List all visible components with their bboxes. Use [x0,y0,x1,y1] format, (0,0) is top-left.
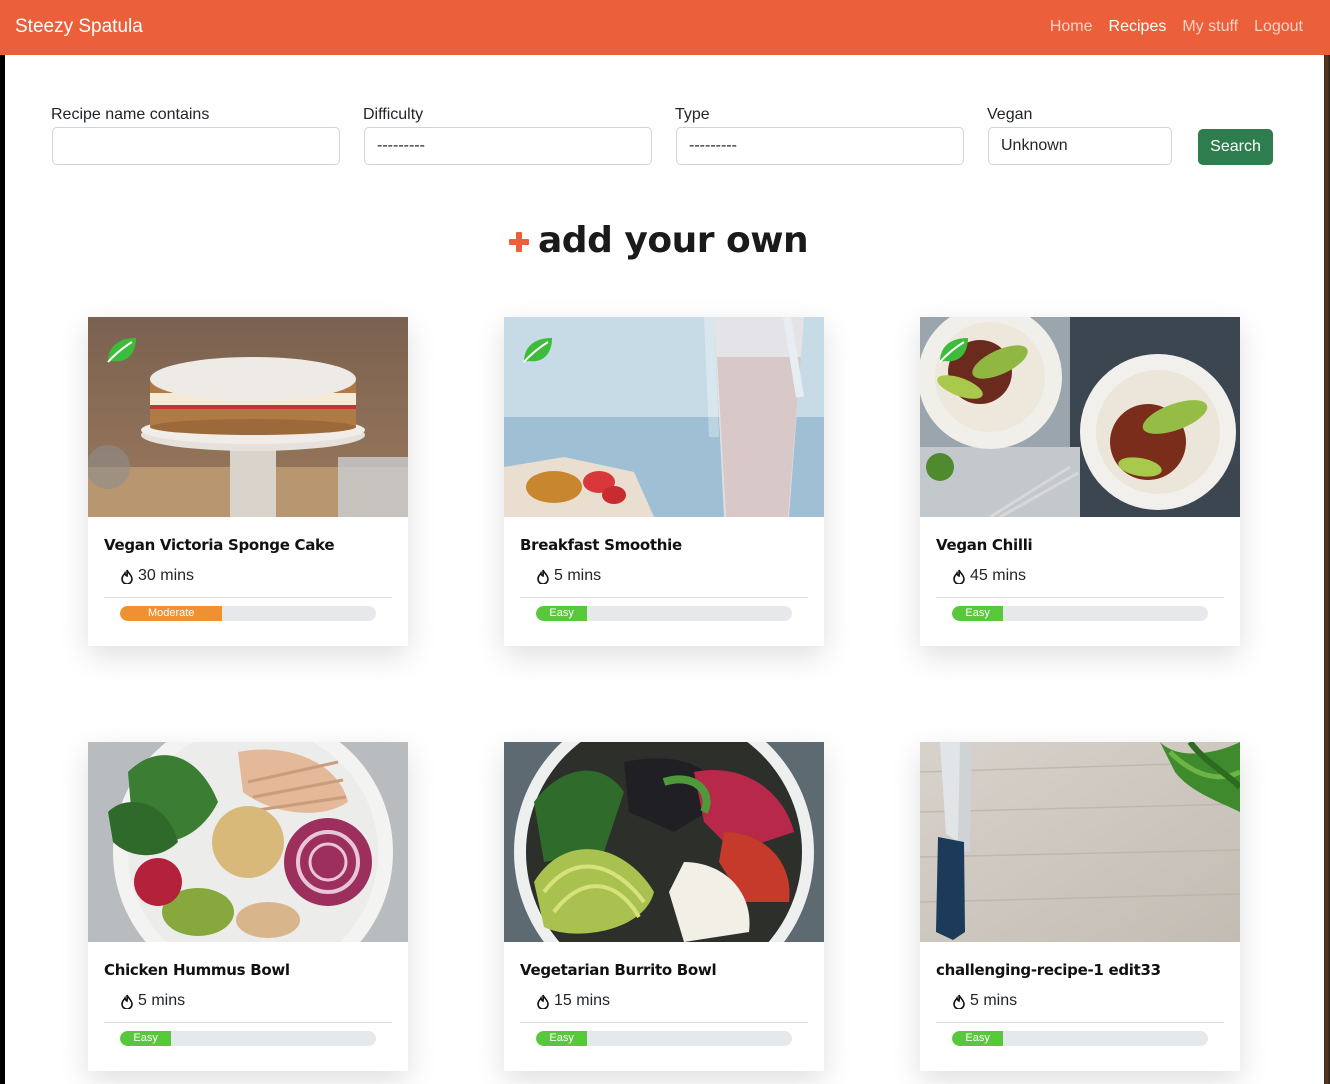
recipe-time-value: 5 mins [970,992,1018,1009]
difficulty-bar: Easy [536,1031,792,1046]
recipe-time: 5 mins [536,567,601,585]
difficulty-select[interactable]: --------- [364,127,652,165]
type-select[interactable]: --------- [676,127,964,165]
vegan-leaf-icon [107,338,136,363]
fire-icon [121,569,133,584]
navbar: Steezy Spatula Home Recipes My stuff Log… [0,0,1330,55]
recipe-image [504,742,824,942]
recipe-time-value: 5 mins [554,567,602,584]
card-divider [520,597,808,598]
recipe-time: 15 mins [536,992,610,1010]
vegan-select[interactable]: Unknown [988,127,1172,165]
recipe-card[interactable]: Vegetarian Burrito Bowl 15 mins Easy [504,742,824,1071]
add-your-own-label: add your own [538,220,809,261]
card-divider [936,1022,1224,1023]
recipe-title: Chicken Hummus Bowl [104,961,290,979]
recipe-title: Vegan Victoria Sponge Cake [104,536,335,554]
nav-my-stuff-link[interactable]: My stuff [1182,16,1238,38]
vegan-label: Vegan [987,106,1033,123]
recipe-time: 5 mins [952,992,1017,1010]
recipe-title: Vegetarian Burrito Bowl [520,961,717,979]
difficulty-label: Difficulty [363,106,424,123]
recipe-time: 30 mins [120,567,194,585]
card-divider [936,597,1224,598]
recipe-card[interactable]: Vegan Victoria Sponge Cake 30 mins Moder… [88,317,408,646]
recipe-time-value: 45 mins [970,567,1027,584]
recipe-title: Vegan Chilli [936,536,1033,554]
card-divider [520,1022,808,1023]
fire-icon [121,994,133,1009]
difficulty-bar-fill: Easy [536,606,588,621]
recipe-card[interactable]: Chicken Hummus Bowl 5 mins Easy [88,742,408,1071]
page-frame-right [1324,55,1330,1084]
brand-link[interactable]: Steezy Spatula [15,15,143,39]
type-label: Type [675,106,710,123]
fire-icon [537,994,549,1009]
difficulty-bar-fill: Easy [952,1031,1004,1046]
recipe-time: 45 mins [952,567,1026,585]
vegan-leaf-icon [523,338,552,363]
difficulty-bar: Easy [952,606,1208,621]
add-your-own-link[interactable]: add your own [508,219,809,263]
page-frame-left [0,55,5,1084]
recipe-time-value: 5 mins [138,992,186,1009]
difficulty-bar-fill: Easy [536,1031,588,1046]
plus-icon [508,230,530,252]
recipe-time-value: 30 mins [138,567,195,584]
fire-icon [953,994,965,1009]
difficulty-bar-fill: Easy [952,606,1004,621]
fire-icon [953,569,965,584]
card-divider [104,1022,392,1023]
difficulty-bar: Easy [952,1031,1208,1046]
nav-recipes-link[interactable]: Recipes [1109,16,1167,38]
nav-links: Home Recipes My stuff Logout [1050,16,1303,38]
nav-home-link[interactable]: Home [1050,16,1093,38]
recipe-image [920,742,1240,942]
recipe-name-label: Recipe name contains [51,106,210,123]
recipe-time: 5 mins [120,992,185,1010]
difficulty-bar-fill: Easy [120,1031,172,1046]
difficulty-bar: Moderate [120,606,376,621]
vegan-leaf-icon [939,338,968,363]
difficulty-bar-fill: Moderate [120,606,223,621]
recipe-image [88,742,408,942]
recipe-title: challenging-recipe-1 edit33 [936,961,1161,979]
difficulty-bar: Easy [536,606,792,621]
recipe-card[interactable]: Breakfast Smoothie 5 mins Easy [504,317,824,646]
card-divider [104,597,392,598]
difficulty-bar: Easy [120,1031,376,1046]
recipe-card[interactable]: challenging-recipe-1 edit33 5 mins Easy [920,742,1240,1071]
recipe-name-input[interactable] [52,127,340,165]
search-button[interactable]: Search [1198,129,1273,165]
fire-icon [537,569,549,584]
nav-logout-link[interactable]: Logout [1254,16,1303,38]
recipe-card[interactable]: Vegan Chilli 45 mins Easy [920,317,1240,646]
recipe-title: Breakfast Smoothie [520,536,682,554]
recipe-time-value: 15 mins [554,992,611,1009]
